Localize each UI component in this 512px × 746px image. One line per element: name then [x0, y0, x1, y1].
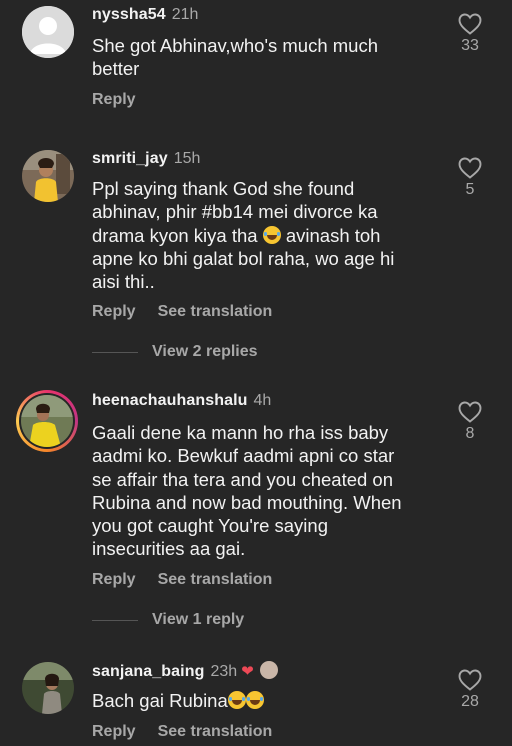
- heart-outline-icon: [458, 157, 482, 179]
- replies-divider: [92, 619, 138, 621]
- like-count: 28: [461, 693, 479, 710]
- tears-of-joy-emoji: [245, 691, 264, 709]
- like-count: 33: [461, 37, 479, 54]
- like-button[interactable]: 28: [452, 669, 488, 711]
- avatar[interactable]: [22, 150, 74, 202]
- heart-outline-icon: [458, 669, 482, 691]
- story-ring-avatar[interactable]: [16, 390, 78, 452]
- comment-meta: smriti_jay 15h: [92, 149, 200, 169]
- heart-outline-icon: [458, 13, 482, 35]
- view-replies-label[interactable]: View 1 reply: [152, 611, 244, 629]
- comment-text: Gaali dene ka mann ho rha iss baby aadmi…: [92, 422, 402, 560]
- username[interactable]: heenachauhanshalu: [92, 392, 248, 409]
- reply-button[interactable]: Reply: [92, 571, 136, 588]
- profile-photo: [21, 395, 73, 447]
- see-translation-button[interactable]: See translation: [158, 723, 273, 740]
- avatar[interactable]: [22, 6, 74, 58]
- heart-filled-icon: ❤: [241, 663, 254, 680]
- comment-text: She got Abhinav,who's much much better: [92, 35, 378, 80]
- like-button[interactable]: 33: [452, 13, 488, 55]
- like-count: 8: [465, 425, 475, 442]
- like-button[interactable]: 5: [452, 157, 488, 199]
- reply-button[interactable]: Reply: [92, 303, 136, 320]
- creator-avatar: [259, 661, 278, 679]
- username[interactable]: smriti_jay: [92, 150, 168, 167]
- view-replies[interactable]: View 1 reply: [92, 611, 244, 629]
- profile-photo: [22, 662, 74, 714]
- comment-text-part: Bach gai Rubina: [92, 690, 228, 711]
- username[interactable]: nyssha54: [92, 6, 166, 23]
- comment-meta: heenachauhanshalu 4h: [92, 391, 271, 411]
- comments-feed: nyssha54 21h She got Abhinav,who's much m…: [0, 0, 512, 746]
- profile-photo: [22, 150, 74, 202]
- view-replies[interactable]: View 2 replies: [92, 343, 258, 361]
- tears-of-joy-emoji: [262, 225, 281, 244]
- replies-divider: [92, 351, 138, 353]
- heart-outline-icon: [458, 401, 482, 423]
- timestamp: 21h: [171, 6, 199, 23]
- comment-actions: Reply See translation: [92, 723, 272, 741]
- default-avatar-icon: [22, 6, 74, 58]
- username[interactable]: sanjana_baing: [92, 663, 204, 680]
- reply-button[interactable]: Reply: [92, 91, 136, 108]
- like-button[interactable]: 8: [452, 401, 488, 443]
- like-count: 5: [465, 181, 475, 198]
- comment-actions: Reply See translation: [92, 303, 272, 321]
- timestamp: 4h: [253, 392, 272, 409]
- avatar[interactable]: [22, 662, 74, 714]
- see-translation-button[interactable]: See translation: [158, 571, 273, 588]
- comment-text: Ppl saying thank God she found abhinav, …: [92, 177, 412, 293]
- reply-button[interactable]: Reply: [92, 723, 136, 740]
- comment-actions: Reply: [92, 91, 136, 109]
- comment-meta: sanjana_baing 23h ❤: [92, 661, 278, 682]
- comment-actions: Reply See translation: [92, 571, 272, 589]
- timestamp: 23h: [210, 663, 238, 680]
- view-replies-label[interactable]: View 2 replies: [152, 343, 258, 361]
- timestamp: 15h: [173, 150, 201, 167]
- comment-meta: nyssha54 21h: [92, 5, 198, 25]
- tears-of-joy-emoji: [227, 691, 246, 709]
- comment-text: Bach gai Rubina: [92, 689, 412, 712]
- see-translation-button[interactable]: See translation: [158, 303, 273, 320]
